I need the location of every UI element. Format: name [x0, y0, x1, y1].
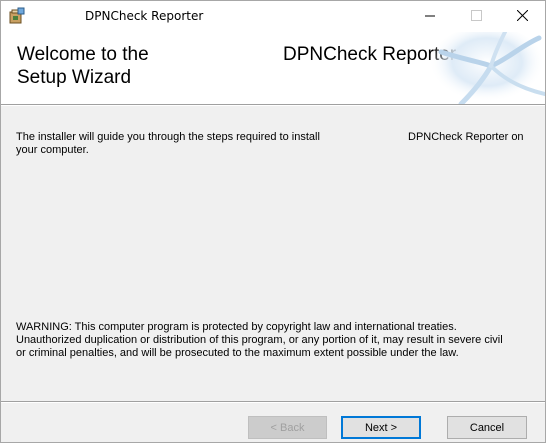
maximize-button — [453, 1, 499, 32]
minimize-button[interactable] — [407, 1, 453, 32]
footer-divider — [1, 401, 545, 403]
banner-decoration — [421, 32, 545, 104]
banner-title: Welcome to the Setup Wizard — [17, 43, 149, 89]
back-button: < Back — [248, 416, 327, 439]
intro-product-text: DPNCheck Reporter on — [408, 131, 524, 143]
intro-text-line1: The installer will guide you through the… — [16, 131, 320, 143]
wizard-banner: Welcome to the Setup Wizard DPNCheck Rep… — [1, 32, 545, 104]
close-button[interactable] — [499, 1, 545, 32]
installer-icon — [8, 7, 26, 25]
title-bar[interactable]: DPNCheck Reporter — [1, 1, 545, 32]
cancel-button[interactable]: Cancel — [447, 416, 527, 439]
close-icon — [516, 8, 528, 26]
warning-line1: WARNING: This computer program is protec… — [16, 321, 457, 333]
warning-line3: or criminal penalties, and will be prose… — [16, 347, 459, 359]
next-button[interactable]: Next > — [341, 416, 421, 439]
warning-line2: Unauthorized duplication or distribution… — [16, 334, 503, 346]
banner-title-line2: Setup Wizard — [17, 67, 132, 88]
intro-text-line2: your computer. — [16, 144, 89, 156]
banner-divider — [1, 104, 545, 106]
maximize-icon — [470, 8, 482, 26]
copyright-warning: WARNING: This computer program is protec… — [16, 321, 541, 360]
window-title: DPNCheck Reporter — [85, 9, 204, 23]
minimize-icon — [424, 8, 436, 26]
setup-wizard-window: DPNCheck Reporter Welcome to the Setup W… — [0, 0, 546, 443]
banner-title-line1: Welcome to the — [17, 44, 149, 65]
